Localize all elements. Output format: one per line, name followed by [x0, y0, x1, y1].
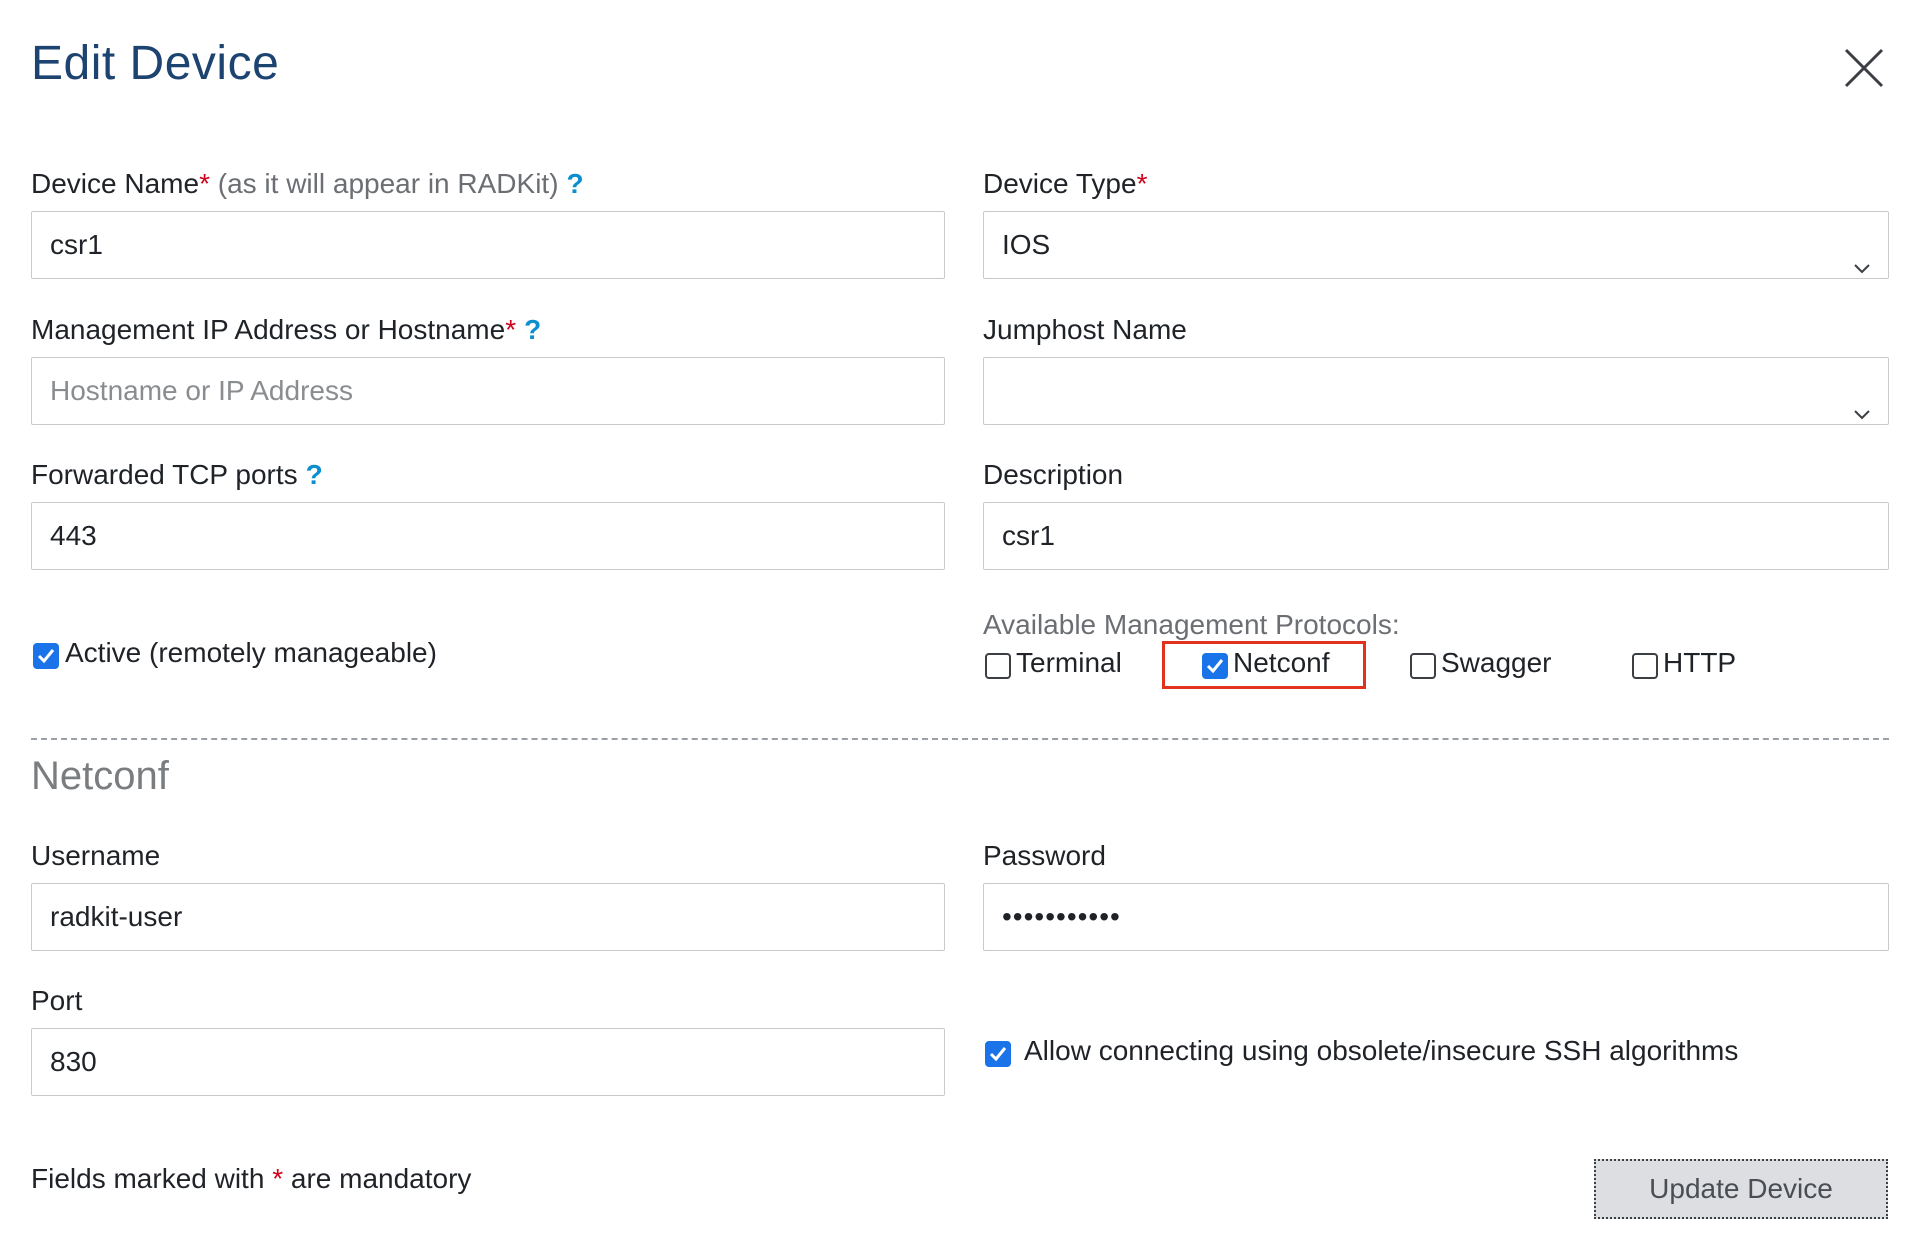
device-type-label: Device Type*	[983, 167, 1147, 201]
netconf-section-title: Netconf	[31, 754, 169, 798]
port-label: Port	[31, 985, 83, 1016]
description-input[interactable]	[983, 502, 1889, 570]
swagger-checkbox[interactable]	[1410, 653, 1436, 679]
close-icon[interactable]	[1840, 44, 1888, 92]
jumphost-name-label: Jumphost Name	[983, 314, 1187, 345]
device-name-input[interactable]	[31, 211, 945, 279]
active-checkbox[interactable]	[33, 643, 59, 669]
password-label: Password	[983, 840, 1106, 871]
obsolete-ssh-label: Allow connecting using obsolete/insecure…	[1024, 1035, 1739, 1066]
forwarded-ports-label-text: Forwarded TCP ports	[31, 459, 298, 490]
note-suffix: are mandatory	[290, 1163, 472, 1194]
http-label: HTTP	[1663, 647, 1737, 678]
device-name-hint: (as it will appear in RADKit)	[217, 168, 559, 199]
help-icon[interactable]: ?	[567, 167, 584, 201]
password-masked-value: •••••••••••	[1002, 901, 1121, 932]
note-prefix: Fields marked with	[31, 1163, 265, 1194]
management-ip-input[interactable]	[31, 357, 945, 425]
required-mark: *	[1136, 168, 1148, 199]
required-mark: *	[272, 1163, 284, 1194]
dialog-title: Edit Device	[31, 37, 280, 90]
forwarded-ports-input[interactable]	[31, 502, 945, 570]
help-icon[interactable]: ?	[306, 458, 323, 492]
protocols-label: Available Management Protocols:	[983, 609, 1400, 640]
obsolete-ssh-checkbox[interactable]	[985, 1041, 1011, 1067]
help-icon[interactable]: ?	[524, 313, 541, 347]
device-type-value: IOS	[1002, 229, 1051, 260]
http-checkbox[interactable]	[1632, 653, 1658, 679]
terminal-label: Terminal	[1016, 647, 1122, 678]
mandatory-fields-note: Fields marked with * are mandatory	[31, 1163, 471, 1195]
update-device-button[interactable]: Update Device	[1594, 1159, 1888, 1219]
netconf-highlight-box	[1162, 641, 1366, 689]
section-divider	[31, 738, 1889, 740]
username-input[interactable]	[31, 883, 945, 951]
device-name-label-text: Device Name	[31, 168, 200, 199]
description-label: Description	[983, 459, 1124, 490]
port-input[interactable]	[31, 1028, 945, 1096]
forwarded-ports-label: Forwarded TCP ports?	[31, 458, 323, 492]
swagger-label: Swagger	[1441, 647, 1552, 678]
password-input[interactable]: •••••••••••	[983, 883, 1889, 951]
username-label: Username	[31, 840, 161, 871]
active-label: Active (remotely manageable)	[65, 637, 437, 668]
management-ip-label-text: Management IP Address or Hostname	[31, 314, 506, 345]
jumphost-name-select[interactable]	[983, 357, 1889, 425]
terminal-checkbox[interactable]	[985, 653, 1011, 679]
required-mark: *	[505, 314, 517, 345]
management-ip-label: Management IP Address or Hostname*?	[31, 313, 541, 347]
required-mark: *	[199, 168, 210, 199]
device-name-label: Device Name* (as it will appear in RADKi…	[31, 167, 584, 201]
device-type-label-text: Device Type	[983, 168, 1137, 199]
device-type-select[interactable]: IOS	[983, 211, 1889, 279]
edit-device-dialog: Edit Device Device Name* (as it will app…	[0, 0, 1912, 1234]
chevron-down-icon	[1852, 382, 1872, 420]
chevron-down-icon	[1852, 236, 1872, 274]
